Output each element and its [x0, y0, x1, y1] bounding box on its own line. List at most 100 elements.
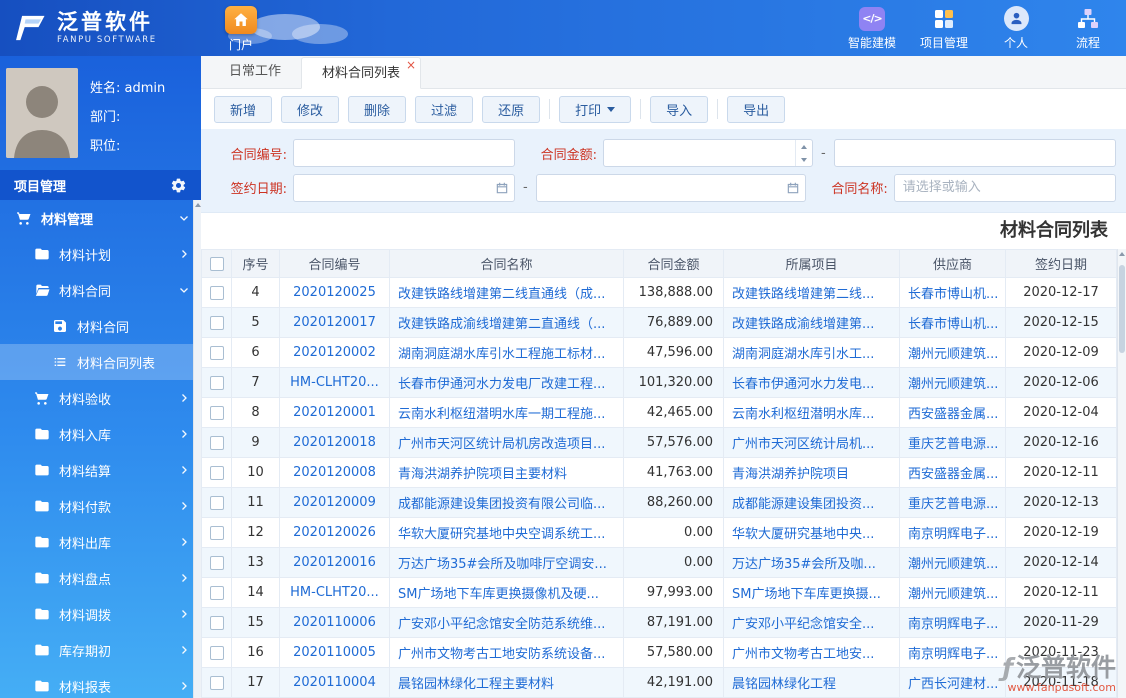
export-button[interactable]: 导出 — [727, 95, 786, 123]
delete-button[interactable]: 删除 — [348, 95, 407, 123]
date-to-input[interactable] — [536, 174, 781, 201]
project-link[interactable]: 晨铭园林绿化工程 — [732, 677, 836, 692]
amount-to-input[interactable] — [834, 140, 1115, 167]
gear-icon[interactable] — [170, 177, 187, 194]
supplier-link[interactable]: 潮州元顺建筑... — [908, 347, 998, 362]
row-checkbox[interactable] — [209, 345, 224, 360]
col-seq[interactable]: 序号 — [231, 249, 280, 278]
supplier-link[interactable]: 西安盛器金属... — [908, 407, 998, 422]
contract-name-link[interactable]: 广州市文物考古工地安防系统设备... — [398, 647, 605, 662]
contract-name-link[interactable]: 改建铁路成渝线增建第二直通线（... — [398, 317, 605, 332]
contract-code-link[interactable]: 2020120017 — [293, 315, 376, 330]
row-checkbox[interactable] — [209, 465, 224, 480]
supplier-link[interactable]: 广西长河建材... — [908, 677, 998, 692]
contract-code-link[interactable]: HM-CLHT20... — [290, 375, 379, 390]
sidebar-item-2[interactable]: 材料合同 — [0, 272, 201, 308]
project-link[interactable]: 青海洪湖养护院项目 — [732, 467, 849, 482]
col-contract-amount[interactable]: 合同金额 — [623, 249, 724, 278]
contract-name-link[interactable]: 万达广场35#会所及咖啡厅空调安... — [398, 557, 607, 572]
contract-code-link[interactable]: 2020110006 — [293, 615, 376, 630]
contract-name-link[interactable]: 晨铭园林绿化工程主要材料 — [398, 677, 554, 692]
scroll-up-icon[interactable] — [194, 203, 201, 207]
contract-code-input[interactable] — [294, 140, 514, 167]
contract-code-link[interactable]: 2020120008 — [293, 465, 376, 480]
contract-code-link[interactable]: 2020120002 — [293, 345, 376, 360]
contract-code-link[interactable]: 2020120025 — [293, 285, 376, 300]
project-link[interactable]: 湖南洞庭湖水库引水工... — [732, 347, 874, 362]
sidebar-item-9[interactable]: 材料出库 — [0, 524, 201, 560]
supplier-link[interactable]: 南京明辉电子... — [908, 527, 998, 542]
col-project[interactable]: 所属项目 — [723, 249, 900, 278]
supplier-link[interactable]: 南京明辉电子... — [908, 647, 998, 662]
sidebar-item-6[interactable]: 材料入库 — [0, 416, 201, 452]
sidebar-item-12[interactable]: 库存期初 — [0, 632, 201, 668]
sidebar-item-7[interactable]: 材料结算 — [0, 452, 201, 488]
sidebar-item-5[interactable]: 材料验收 — [0, 380, 201, 416]
supplier-link[interactable]: 西安盛器金属... — [908, 467, 998, 482]
amount-from-input[interactable] — [604, 140, 795, 167]
contract-code-link[interactable]: 2020120016 — [293, 555, 376, 570]
sidebar-item-0[interactable]: 材料管理 — [0, 200, 201, 236]
calendar-icon[interactable] — [781, 175, 805, 201]
col-contract-code[interactable]: 合同编号 — [279, 249, 390, 278]
supplier-link[interactable]: 潮州元顺建筑... — [908, 557, 998, 572]
contract-name-link[interactable]: 广安邓小平纪念馆安全防范系统维... — [398, 617, 605, 632]
sidebar-item-3[interactable]: 材料合同 — [0, 308, 201, 344]
contract-name-link[interactable]: 湖南洞庭湖水库引水工程施工标材... — [398, 347, 605, 362]
tab-material-contract-list[interactable]: 材料合同列表 × — [301, 57, 422, 89]
supplier-link[interactable]: 重庆艺普电源... — [908, 497, 998, 512]
close-icon[interactable]: × — [406, 59, 416, 71]
col-sign-date[interactable]: 签约日期 — [1005, 249, 1117, 278]
spinner-down-icon[interactable] — [796, 153, 812, 166]
nav-project-management[interactable]: 项目管理 — [912, 5, 976, 51]
sidebar-item-11[interactable]: 材料调拨 — [0, 596, 201, 632]
supplier-link[interactable]: 长春市博山机... — [908, 287, 998, 302]
row-checkbox[interactable] — [209, 405, 224, 420]
contract-code-link[interactable]: 2020120001 — [293, 405, 376, 420]
row-checkbox[interactable] — [209, 645, 224, 660]
calendar-icon[interactable] — [490, 175, 514, 201]
contract-name-link[interactable]: 青海洪湖养护院项目主要材料 — [398, 467, 567, 482]
supplier-link[interactable]: 南京明辉电子... — [908, 617, 998, 632]
contract-name-link[interactable]: 成都能源建设集团投资有限公司临... — [398, 497, 605, 512]
project-link[interactable]: 广州市文物考古工地安... — [732, 647, 874, 662]
contract-code-link[interactable]: 2020120026 — [293, 525, 376, 540]
import-button[interactable]: 导入 — [650, 95, 709, 123]
tab-daily-work[interactable]: 日常工作 — [209, 56, 301, 88]
contract-code-link[interactable]: 2020120009 — [293, 495, 376, 510]
project-link[interactable]: 广州市天河区统计局机... — [732, 437, 874, 452]
col-supplier[interactable]: 供应商 — [899, 249, 1006, 278]
row-checkbox[interactable] — [209, 315, 224, 330]
select-all-checkbox[interactable] — [209, 256, 224, 271]
project-link[interactable]: 广安邓小平纪念馆安全... — [732, 617, 874, 632]
contract-name-link[interactable]: SM广场地下车库更换摄像机及硬... — [398, 587, 599, 602]
sidebar-item-1[interactable]: 材料计划 — [0, 236, 201, 272]
supplier-link[interactable]: 长春市博山机... — [908, 317, 998, 332]
row-checkbox[interactable] — [209, 675, 224, 690]
scroll-up-icon[interactable] — [1119, 252, 1125, 256]
row-checkbox[interactable] — [209, 495, 224, 510]
add-button[interactable]: 新增 — [214, 95, 273, 123]
supplier-link[interactable]: 潮州元顺建筑... — [908, 587, 998, 602]
sidebar-item-10[interactable]: 材料盘点 — [0, 560, 201, 596]
project-link[interactable]: 改建铁路成渝线增建第... — [732, 317, 874, 332]
filter-button[interactable]: 过滤 — [415, 95, 474, 123]
row-checkbox[interactable] — [209, 285, 224, 300]
project-link[interactable]: 云南水利枢纽潜明水库... — [732, 407, 874, 422]
nav-workflow[interactable]: 流程 — [1056, 5, 1120, 51]
project-link[interactable]: SM广场地下车库更换摄... — [732, 587, 881, 602]
sidebar-scrollbar[interactable] — [193, 200, 201, 698]
row-checkbox[interactable] — [209, 615, 224, 630]
col-contract-name[interactable]: 合同名称 — [389, 249, 624, 278]
nav-smart-modeling[interactable]: </> 智能建模 — [840, 5, 904, 51]
contract-code-link[interactable]: 2020110005 — [293, 645, 376, 660]
portal-button[interactable]: 门户 — [219, 3, 263, 53]
row-checkbox[interactable] — [209, 435, 224, 450]
row-checkbox[interactable] — [209, 585, 224, 600]
contract-name-link[interactable]: 改建铁路线增建第二线直通线（成... — [398, 287, 605, 302]
project-link[interactable]: 成都能源建设集团投资... — [732, 497, 874, 512]
supplier-link[interactable]: 潮州元顺建筑... — [908, 377, 998, 392]
project-link[interactable]: 长春市伊通河水力发电... — [732, 377, 874, 392]
contract-name-link[interactable]: 长春市伊通河水力发电厂改建工程... — [398, 377, 605, 392]
sidebar-item-4[interactable]: 材料合同列表 — [0, 344, 201, 380]
